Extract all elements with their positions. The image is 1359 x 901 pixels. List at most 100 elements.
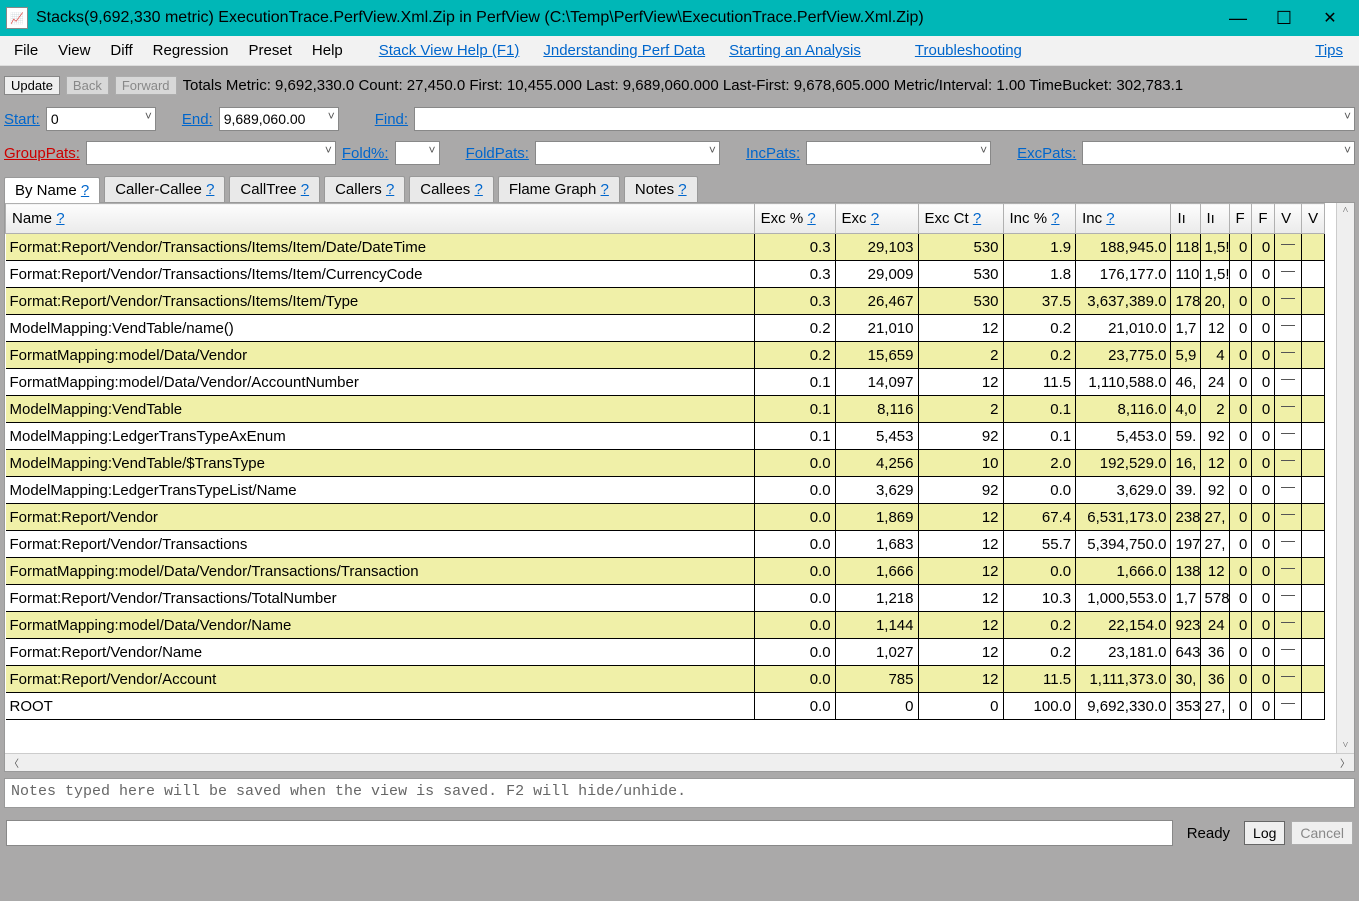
table-row[interactable]: Format:Report/Vendor/Transactions/TotalN… <box>6 585 1325 612</box>
table-row[interactable]: FormatMapping:model/Data/Vendor/AccountN… <box>6 369 1325 396</box>
scroll-left-icon[interactable]: 〈 <box>9 755 19 770</box>
cell-name[interactable]: Format:Report/Vendor/Transactions/Items/… <box>6 261 755 288</box>
foldpct-label[interactable]: Fold%: <box>342 145 389 162</box>
tab-callees[interactable]: Callees ? <box>409 176 494 202</box>
table-row[interactable]: Format:Report/Vendor/Transactions/Items/… <box>6 261 1325 288</box>
excpats-label[interactable]: ExcPats: <box>1017 145 1076 162</box>
horizontal-scrollbar[interactable]: 〈 〉 <box>5 753 1354 771</box>
menu-help[interactable]: Help <box>302 38 353 63</box>
table-row[interactable]: ModelMapping:VendTable/$TransType0.04,25… <box>6 450 1325 477</box>
cell-name[interactable]: Format:Report/Vendor/Transactions <box>6 531 755 558</box>
cell-name[interactable]: ModelMapping:LedgerTransTypeList/Name <box>6 477 755 504</box>
grouppats-input[interactable] <box>86 141 336 165</box>
foldpct-input[interactable] <box>395 141 440 165</box>
cell-name[interactable]: FormatMapping:model/Data/Vendor/Name <box>6 612 755 639</box>
log-button[interactable]: Log <box>1244 821 1285 845</box>
col-name: Name ? <box>6 204 755 234</box>
tab-calltree[interactable]: CallTree ? <box>229 176 320 202</box>
cell-c7: 20, <box>1200 288 1229 315</box>
cell-name[interactable]: ROOT <box>6 693 755 720</box>
table-row[interactable]: ModelMapping:VendTable/name()0.221,01012… <box>6 315 1325 342</box>
cell-name[interactable]: Format:Report/Vendor/Transactions/TotalN… <box>6 585 755 612</box>
link-troubleshooting[interactable]: Troubleshooting <box>903 38 1034 63</box>
foldpats-input[interactable] <box>535 141 720 165</box>
link-stack-view-help[interactable]: Stack View Help (F1) <box>367 38 532 63</box>
cell-c11 <box>1302 612 1325 639</box>
menu-regression[interactable]: Regression <box>143 38 239 63</box>
cell-name[interactable]: ModelMapping:VendTable/name() <box>6 315 755 342</box>
maximize-button[interactable]: ☐ <box>1261 3 1307 33</box>
tab-notes[interactable]: Notes ? <box>624 176 698 202</box>
cell-inc-pct: 0.2 <box>1003 639 1076 666</box>
notes-input[interactable]: Notes typed here will be saved when the … <box>4 778 1355 808</box>
table-row[interactable]: Format:Report/Vendor/Account0.07851211.5… <box>6 666 1325 693</box>
table-row[interactable]: ModelMapping:LedgerTransTypeList/Name0.0… <box>6 477 1325 504</box>
tab-by-name[interactable]: By Name ? <box>4 177 100 203</box>
back-button: Back <box>66 76 109 95</box>
cell-name[interactable]: Format:Report/Vendor/Account <box>6 666 755 693</box>
find-input[interactable] <box>414 107 1355 131</box>
menu-file[interactable]: File <box>4 38 48 63</box>
minimize-button[interactable]: — <box>1215 3 1261 33</box>
table-row[interactable]: ModelMapping:LedgerTransTypeAxEnum0.15,4… <box>6 423 1325 450</box>
table-row[interactable]: FormatMapping:model/Data/Vendor/Transact… <box>6 558 1325 585</box>
link-understanding-perf-data[interactable]: Jnderstanding Perf Data <box>531 38 717 63</box>
cell-c9: 0 <box>1252 558 1275 585</box>
menu-view[interactable]: View <box>48 38 100 63</box>
cell-inc-pct: 0.2 <box>1003 315 1076 342</box>
data-table[interactable]: Name ? Exc % ? Exc ? Exc Ct ? Inc % ? In… <box>5 203 1325 720</box>
link-tips[interactable]: Tips <box>1303 38 1355 63</box>
scroll-right-icon[interactable]: 〉 <box>1340 755 1350 770</box>
scroll-down-icon[interactable]: ˅ <box>1343 738 1349 753</box>
update-button[interactable]: Update <box>4 76 60 95</box>
start-input[interactable] <box>46 107 156 131</box>
cell-name[interactable]: Format:Report/Vendor <box>6 504 755 531</box>
end-label[interactable]: End: <box>182 111 213 128</box>
cell-name[interactable]: ModelMapping:LedgerTransTypeAxEnum <box>6 423 755 450</box>
table-row[interactable]: Format:Report/Vendor0.01,8691267.46,531,… <box>6 504 1325 531</box>
grouppats-label[interactable]: GroupPats: <box>4 145 80 162</box>
cell-c9: 0 <box>1252 315 1275 342</box>
table-row[interactable]: Format:Report/Vendor/Transactions0.01,68… <box>6 531 1325 558</box>
menu-diff[interactable]: Diff <box>100 38 142 63</box>
table-row[interactable]: ModelMapping:VendTable0.18,11620.18,116.… <box>6 396 1325 423</box>
find-label[interactable]: Find: <box>375 111 408 128</box>
cell-name[interactable]: ModelMapping:VendTable <box>6 396 755 423</box>
scroll-up-icon[interactable]: ˄ <box>1343 203 1349 218</box>
cell-exc-pct: 0.3 <box>754 234 835 261</box>
cell-name[interactable]: FormatMapping:model/Data/Vendor/AccountN… <box>6 369 755 396</box>
status-input[interactable] <box>6 820 1173 846</box>
header-row[interactable]: Name ? Exc % ? Exc ? Exc Ct ? Inc % ? In… <box>6 204 1325 234</box>
table-row[interactable]: FormatMapping:model/Data/Vendor0.215,659… <box>6 342 1325 369</box>
incpats-input[interactable] <box>806 141 991 165</box>
close-button[interactable]: ✕ <box>1307 3 1353 33</box>
table-row[interactable]: Format:Report/Vendor/Name0.01,027120.223… <box>6 639 1325 666</box>
cell-c8: 0 <box>1229 639 1252 666</box>
table-row[interactable]: Format:Report/Vendor/Transactions/Items/… <box>6 288 1325 315</box>
menu-preset[interactable]: Preset <box>239 38 302 63</box>
table-row[interactable]: FormatMapping:model/Data/Vendor/Name0.01… <box>6 612 1325 639</box>
link-starting-analysis[interactable]: Starting an Analysis <box>717 38 873 63</box>
table-row[interactable]: Format:Report/Vendor/Transactions/Items/… <box>6 234 1325 261</box>
cell-name[interactable]: FormatMapping:model/Data/Vendor <box>6 342 755 369</box>
start-label[interactable]: Start: <box>4 111 40 128</box>
table-row[interactable]: ROOT0.000100.09,692,330.035327,00 <box>6 693 1325 720</box>
tab-flame-graph[interactable]: Flame Graph ? <box>498 176 620 202</box>
cell-name[interactable]: Format:Report/Vendor/Transactions/Items/… <box>6 288 755 315</box>
cell-name[interactable]: Format:Report/Vendor/Name <box>6 639 755 666</box>
foldpats-label[interactable]: FoldPats: <box>466 145 529 162</box>
incpats-label[interactable]: IncPats: <box>746 145 800 162</box>
tab-callers[interactable]: Callers ? <box>324 176 405 202</box>
cell-c7: 27, <box>1200 504 1229 531</box>
tab-caller-callee[interactable]: Caller-Callee ? <box>104 176 225 202</box>
end-input[interactable] <box>219 107 339 131</box>
cell-c11 <box>1302 666 1325 693</box>
cell-name[interactable]: FormatMapping:model/Data/Vendor/Transact… <box>6 558 755 585</box>
cell-c6: 39. <box>1171 477 1200 504</box>
cell-name[interactable]: Format:Report/Vendor/Transactions/Items/… <box>6 234 755 261</box>
cell-c7: 2 <box>1200 396 1229 423</box>
vertical-scrollbar[interactable]: ˄ ˅ <box>1336 203 1354 753</box>
cell-exc: 5,453 <box>835 423 918 450</box>
excpats-input[interactable] <box>1082 141 1355 165</box>
cell-name[interactable]: ModelMapping:VendTable/$TransType <box>6 450 755 477</box>
